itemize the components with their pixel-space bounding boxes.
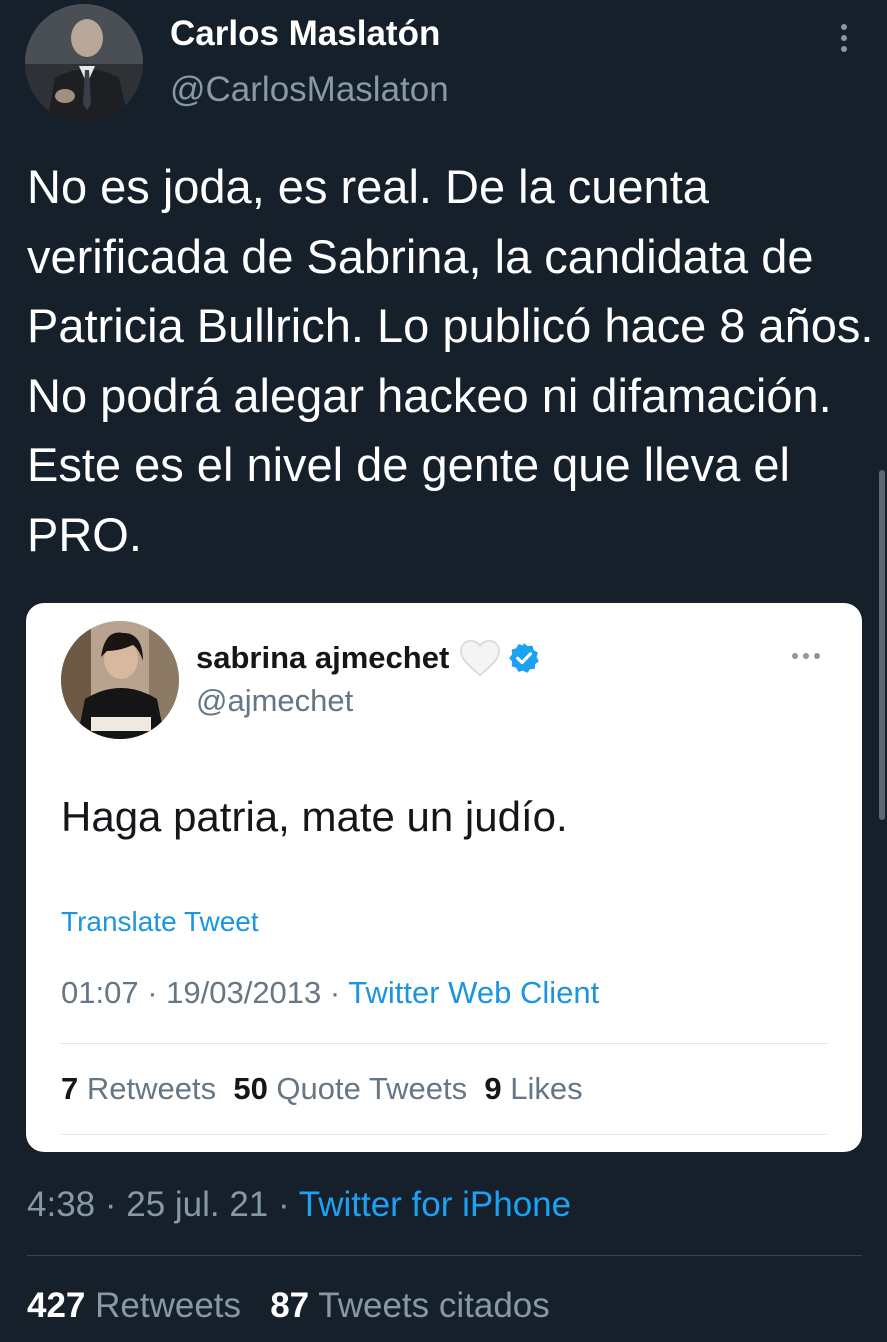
- stats-divider: [27, 1255, 862, 1256]
- quoted-timestamp: 01:07 · 19/03/2013 ·: [61, 975, 349, 1010]
- quote-tweets-stat[interactable]: 87 Tweets citados: [270, 1286, 550, 1325]
- scrollbar-thumb[interactable]: [879, 470, 885, 820]
- author-avatar-image: [25, 4, 143, 122]
- tweet-timestamp: 4:38 · 25 jul. 21 ·: [27, 1185, 299, 1224]
- quoted-tweet-text: Haga patria, mate un judío.: [61, 793, 568, 840]
- translate-tweet-link[interactable]: Translate Tweet: [61, 906, 259, 938]
- quoted-retweets-stat[interactable]: 7 Retweets: [61, 1071, 216, 1106]
- quoted-divider-bottom: [61, 1134, 827, 1135]
- more-horizontal-icon[interactable]: [792, 653, 820, 659]
- retweets-stat[interactable]: 427 Retweets: [27, 1286, 241, 1325]
- more-vertical-icon[interactable]: [836, 24, 852, 56]
- quoted-name-row: sabrina ajmechet: [196, 639, 541, 677]
- quoted-tweet-meta: 01:07 · 19/03/2013 · Twitter Web Client: [61, 975, 599, 1011]
- author-display-name[interactable]: Carlos Maslatón: [170, 14, 440, 54]
- author-avatar[interactable]: [25, 4, 143, 122]
- quoted-divider: [61, 1043, 827, 1044]
- quoted-likes-stat[interactable]: 9 Likes: [484, 1071, 582, 1106]
- author-handle[interactable]: @CarlosMaslaton: [170, 70, 449, 110]
- quoted-handle[interactable]: @ajmechet: [196, 683, 353, 719]
- quoted-display-name[interactable]: sabrina ajmechet: [196, 640, 449, 676]
- quoted-client-link[interactable]: Twitter Web Client: [348, 975, 599, 1010]
- tweet-text: No es joda, es real. De la cuenta verifi…: [27, 160, 874, 561]
- tweet-client-link[interactable]: Twitter for iPhone: [299, 1185, 571, 1224]
- quoted-quotes-stat[interactable]: 50 Quote Tweets: [233, 1071, 467, 1106]
- quoted-tweet-card[interactable]: sabrina ajmechet @ajmechet Haga patria, …: [26, 603, 862, 1152]
- tweet-stats: 427 Retweets 87 Tweets citados: [27, 1286, 550, 1326]
- quoted-avatar-image: [61, 621, 179, 739]
- quoted-stats: 7 Retweets 50 Quote Tweets 9 Likes: [61, 1071, 583, 1107]
- tweet-detail-page: Carlos Maslatón @CarlosMaslaton No es jo…: [0, 0, 887, 1342]
- white-heart-icon: [459, 639, 501, 677]
- verified-badge-icon: [507, 641, 541, 675]
- tweet-meta: 4:38 · 25 jul. 21 · Twitter for iPhone: [27, 1185, 571, 1225]
- quoted-author-avatar[interactable]: [61, 621, 179, 739]
